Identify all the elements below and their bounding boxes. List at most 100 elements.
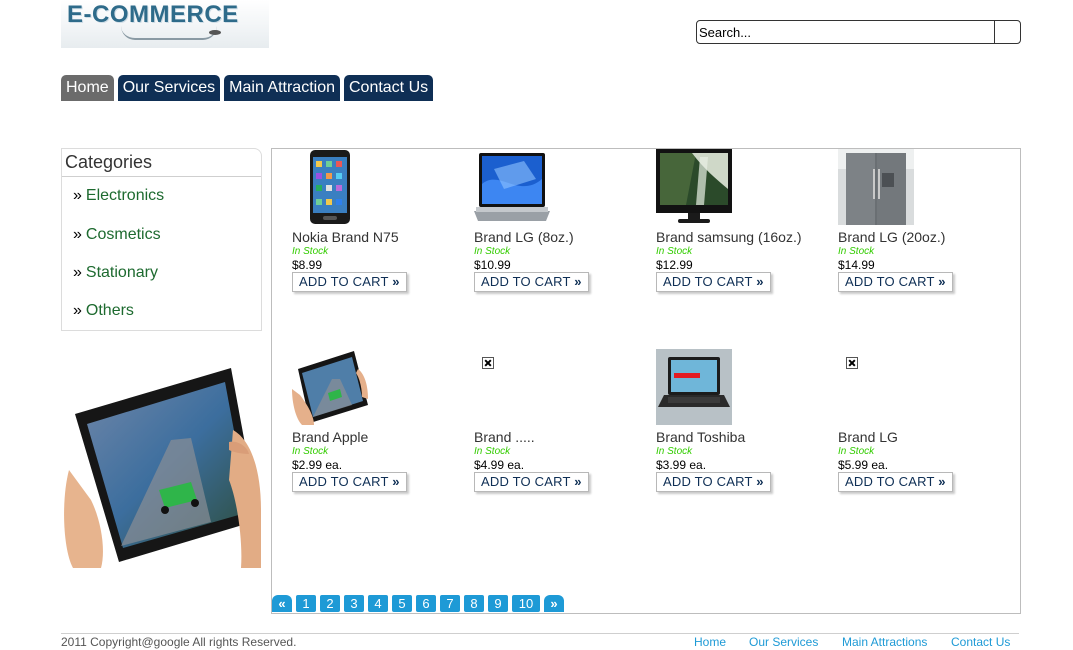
- stock-status: In Stock: [474, 446, 511, 457]
- add-to-cart-button[interactable]: ADD TO CART »: [656, 472, 771, 492]
- site-logo[interactable]: E-COMMERCE: [61, 0, 269, 48]
- product-image[interactable]: [656, 149, 826, 225]
- tv-image: [656, 149, 732, 223]
- stock-status: In Stock: [474, 246, 511, 257]
- page-next-button[interactable]: »: [544, 595, 564, 612]
- add-to-cart-button[interactable]: ADD TO CART »: [838, 472, 953, 492]
- arrow-icon: »: [756, 474, 764, 489]
- logo-swoosh: [121, 26, 217, 40]
- add-to-cart-button[interactable]: ADD TO CART »: [474, 272, 589, 292]
- footer-divider: [61, 633, 1019, 634]
- product-card: Brand ..... In Stock $4.99 ea. ADD TO CA…: [474, 349, 644, 492]
- stock-status: In Stock: [838, 246, 875, 257]
- add-to-cart-label: ADD TO CART: [845, 474, 935, 489]
- search-input[interactable]: [697, 21, 995, 43]
- footer-link-main-attractions[interactable]: Main Attractions: [842, 635, 927, 649]
- product-image[interactable]: [656, 349, 826, 425]
- page-2[interactable]: 2: [320, 595, 340, 612]
- bullet-icon: »: [73, 264, 82, 281]
- main-nav: Home Our Services Main Attraction Contac…: [61, 75, 434, 101]
- product-name[interactable]: Brand LG (8oz.): [474, 230, 644, 245]
- arrow-icon: »: [392, 274, 400, 289]
- add-to-cart-label: ADD TO CART: [299, 274, 389, 289]
- product-price: $8.99: [292, 258, 323, 272]
- category-cosmetics[interactable]: » Cosmetics: [73, 226, 161, 244]
- category-label[interactable]: Others: [86, 302, 134, 319]
- product-name[interactable]: Brand Apple: [292, 430, 462, 445]
- copyright-text: 2011 Copyright@google All rights Reserve…: [61, 635, 297, 649]
- stock-status: In Stock: [292, 446, 329, 457]
- add-to-cart-button[interactable]: ADD TO CART »: [292, 272, 407, 292]
- page-10[interactable]: 10: [512, 595, 540, 612]
- arrow-icon: »: [938, 274, 946, 289]
- product-image[interactable]: [474, 349, 644, 425]
- search-box: [696, 20, 1021, 44]
- add-to-cart-button[interactable]: ADD TO CART »: [656, 272, 771, 292]
- page-1[interactable]: 1: [296, 595, 316, 612]
- add-to-cart-button[interactable]: ADD TO CART »: [474, 472, 589, 492]
- arrow-icon: »: [938, 474, 946, 489]
- category-label[interactable]: Stationary: [86, 264, 158, 281]
- page-5[interactable]: 5: [392, 595, 412, 612]
- product-price: $12.99: [656, 258, 693, 272]
- stock-status: In Stock: [838, 446, 875, 457]
- page-6[interactable]: 6: [416, 595, 436, 612]
- product-price: $2.99 ea.: [292, 458, 343, 472]
- category-label[interactable]: Cosmetics: [86, 226, 161, 243]
- add-to-cart-button[interactable]: ADD TO CART »: [292, 472, 407, 492]
- product-name[interactable]: Brand LG (20oz.): [838, 230, 1008, 245]
- category-label[interactable]: Electronics: [86, 187, 164, 204]
- arrow-icon: »: [392, 474, 400, 489]
- page-9[interactable]: 9: [488, 595, 508, 612]
- arrow-icon: »: [756, 274, 764, 289]
- footer-link-home[interactable]: Home: [694, 635, 726, 649]
- page-3[interactable]: 3: [344, 595, 364, 612]
- page-prev-button[interactable]: «: [272, 595, 292, 612]
- category-others[interactable]: » Others: [73, 302, 134, 320]
- categories-panel: Categories » Electronics » Cosmetics » Stat…: [61, 148, 262, 331]
- product-name[interactable]: Nokia Brand N75: [292, 230, 462, 245]
- product-card: Nokia Brand N75 In Stock $8.99 ADD TO CA…: [292, 149, 462, 292]
- nav-home[interactable]: Home: [61, 75, 114, 101]
- product-name[interactable]: Brand Toshiba: [656, 430, 826, 445]
- product-image[interactable]: [292, 149, 462, 225]
- product-price: $5.99 ea.: [838, 458, 889, 472]
- product-card: Brand Apple In Stock $2.99 ea. ADD TO CA…: [292, 349, 462, 492]
- add-to-cart-label: ADD TO CART: [663, 274, 753, 289]
- page-4[interactable]: 4: [368, 595, 388, 612]
- footer-link-our-services[interactable]: Our Services: [749, 635, 818, 649]
- page-7[interactable]: 7: [440, 595, 460, 612]
- product-image[interactable]: [838, 349, 1008, 425]
- add-to-cart-button[interactable]: ADD TO CART »: [838, 272, 953, 292]
- product-price: $14.99: [838, 258, 875, 272]
- product-name[interactable]: Brand .....: [474, 430, 644, 445]
- nav-contact-us[interactable]: Contact Us: [343, 75, 434, 101]
- tablet-image: [292, 351, 368, 425]
- bullet-icon: »: [73, 226, 82, 243]
- footer-link-contact-us[interactable]: Contact Us: [951, 635, 1010, 649]
- arrow-icon: »: [574, 474, 582, 489]
- category-stationary[interactable]: » Stationary: [73, 264, 158, 282]
- product-image[interactable]: [838, 149, 1008, 225]
- product-card: Brand LG (20oz.) In Stock $14.99 ADD TO …: [838, 149, 1008, 292]
- product-image[interactable]: [292, 349, 462, 425]
- nav-main-attraction[interactable]: Main Attraction: [224, 75, 340, 101]
- phone-image: [310, 150, 350, 224]
- pagination: « 1 2 3 4 5 6 7 8 9 10 »: [272, 595, 564, 612]
- product-card: Brand samsung (16oz.) In Stock $12.99 AD…: [656, 149, 826, 292]
- product-name[interactable]: Brand LG: [838, 430, 1008, 445]
- broken-image-icon: [482, 357, 494, 369]
- product-image[interactable]: [474, 149, 644, 225]
- laptop-image: [474, 153, 550, 221]
- product-card: Brand Toshiba In Stock $3.99 ea. ADD TO …: [656, 349, 826, 492]
- logo-text: E-COMMERCE: [67, 1, 239, 28]
- product-name[interactable]: Brand samsung (16oz.): [656, 230, 826, 245]
- product-card: Brand LG In Stock $5.99 ea. ADD TO CART …: [838, 349, 1008, 492]
- product-card: Brand LG (8oz.) In Stock $10.99 ADD TO C…: [474, 149, 644, 292]
- page-8[interactable]: 8: [464, 595, 484, 612]
- logo-mouse-icon: [209, 30, 221, 35]
- search-button[interactable]: [997, 21, 1020, 43]
- categories-title: Categories: [62, 149, 261, 177]
- nav-our-services[interactable]: Our Services: [117, 75, 221, 101]
- category-electronics[interactable]: » Electronics: [73, 187, 164, 205]
